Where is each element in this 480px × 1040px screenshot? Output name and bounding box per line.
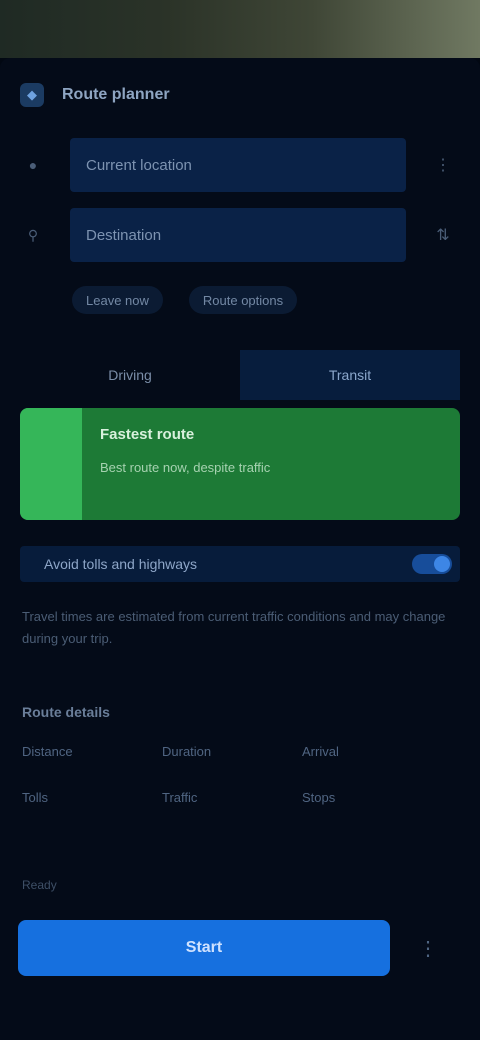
card-subtitle: Best route now, despite traffic bbox=[100, 460, 271, 475]
route-description: Travel times are estimated from current … bbox=[22, 609, 446, 646]
origin-field[interactable]: Current location bbox=[70, 138, 406, 192]
page-title: Route planner bbox=[62, 86, 170, 103]
chip-leave-now[interactable]: Leave now bbox=[72, 286, 163, 314]
origin-row: ● Current location ⋮ bbox=[20, 138, 460, 192]
avoid-option-bar: Avoid tolls and highways bbox=[20, 546, 460, 582]
app-header: ◆ Route planner bbox=[20, 82, 170, 108]
details-row: Distance Duration Arrival bbox=[22, 744, 442, 790]
detail-cell: Tolls bbox=[22, 790, 49, 805]
more-icon[interactable]: ⋮ bbox=[408, 930, 448, 966]
route-options: Leave now Route options bbox=[72, 286, 298, 314]
detail-cell: Distance bbox=[22, 744, 73, 759]
pin-icon: ⚲ bbox=[27, 226, 39, 243]
travel-mode-tabs: Driving Transit bbox=[20, 350, 460, 400]
destination-field[interactable]: Destination bbox=[70, 208, 406, 262]
detail-cell: Stops bbox=[302, 790, 336, 805]
card-title: Fastest route bbox=[100, 426, 195, 443]
footer-status: Ready bbox=[22, 878, 57, 892]
status-bar bbox=[0, 0, 480, 58]
swap-icon[interactable]: ⇅ bbox=[430, 222, 456, 248]
toggle-knob bbox=[434, 556, 450, 572]
route-card[interactable]: Fastest route Best route now, despite tr… bbox=[20, 408, 460, 520]
start-button[interactable]: Start bbox=[18, 920, 390, 976]
card-stripe bbox=[20, 408, 82, 520]
detail-cell: Duration bbox=[162, 744, 212, 759]
avoid-toggle[interactable] bbox=[412, 554, 452, 574]
more-vertical-icon[interactable]: ⋮ bbox=[430, 152, 456, 178]
detail-cell: Traffic bbox=[162, 790, 198, 805]
map-icon[interactable]: ◆ bbox=[20, 83, 44, 107]
avoid-option-label: Avoid tolls and highways bbox=[44, 556, 198, 572]
origin-dot-icon: ● bbox=[28, 157, 38, 173]
tab-transit[interactable]: Transit bbox=[240, 350, 460, 400]
details-row: Tolls Traffic Stops bbox=[22, 790, 442, 836]
chip-route-options[interactable]: Route options bbox=[188, 286, 298, 314]
destination-row: ⚲ Destination ⇅ bbox=[20, 208, 460, 262]
details-grid: Distance Duration Arrival Tolls Traffic … bbox=[22, 744, 442, 836]
detail-cell: Arrival bbox=[302, 744, 339, 759]
details-title: Route details bbox=[22, 704, 110, 720]
tab-driving[interactable]: Driving bbox=[20, 350, 240, 400]
